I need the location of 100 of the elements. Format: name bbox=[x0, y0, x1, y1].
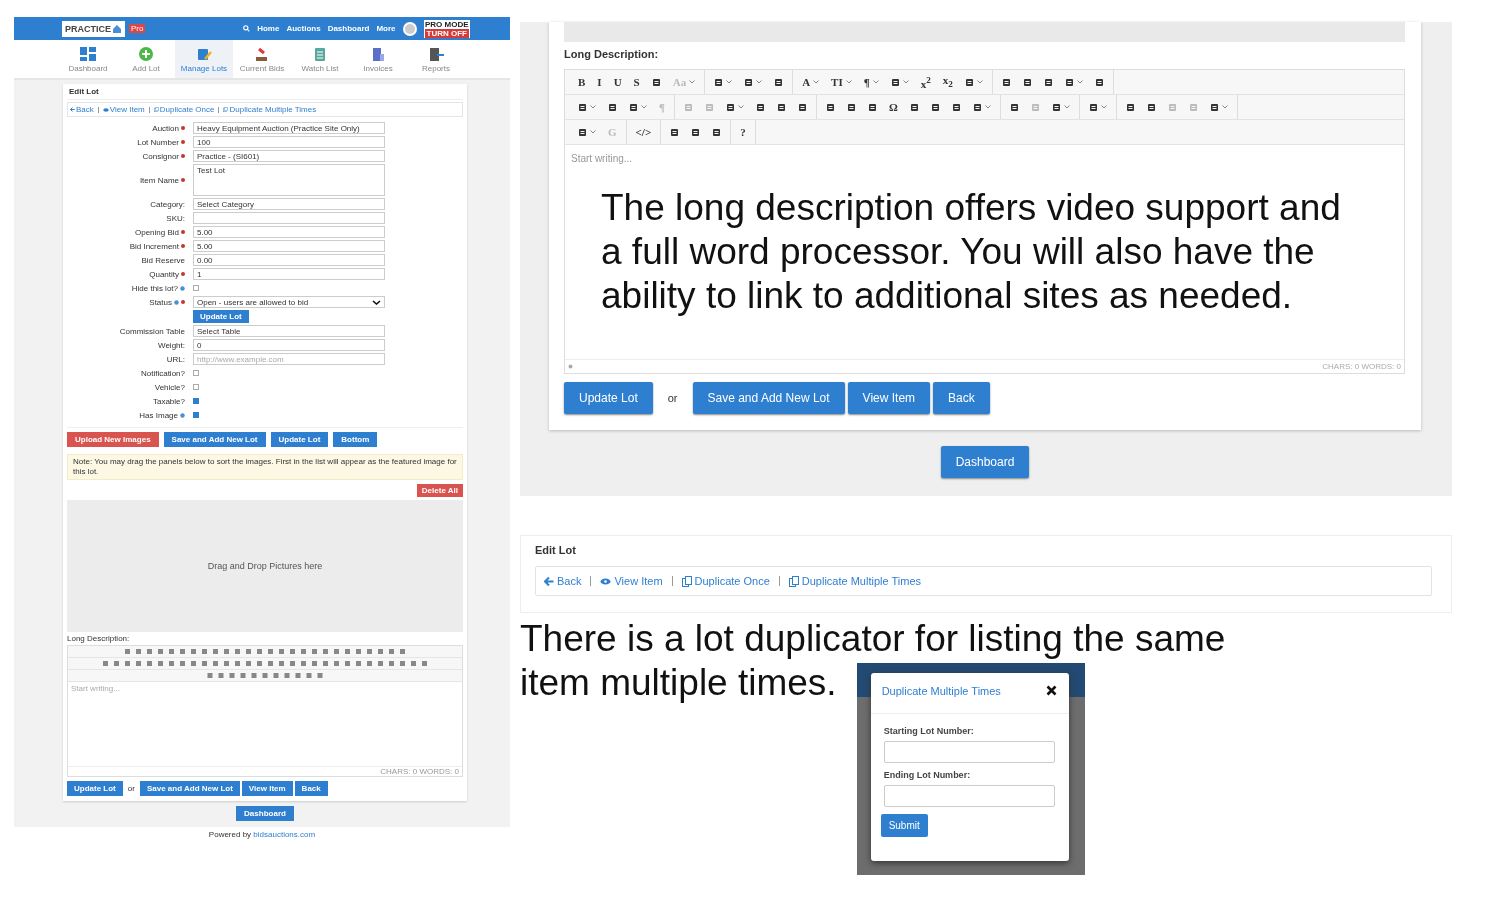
tool-icon bbox=[1001, 77, 1011, 87]
form-button[interactable]: Save and Add New Lot bbox=[139, 781, 240, 796]
toolbar-button[interactable]: S bbox=[627, 76, 646, 88]
pro-mode-toggle[interactable]: PRO MODE TURN OFF bbox=[423, 19, 470, 38]
text-area[interactable]: Test Lot bbox=[193, 164, 385, 196]
toolbar-button[interactable]: ? bbox=[734, 126, 752, 138]
tool-icon bbox=[683, 102, 693, 112]
close-icon[interactable] bbox=[1045, 685, 1057, 696]
select-field[interactable]: Select Category bbox=[193, 198, 385, 210]
modal-title: Duplicate Multiple Times bbox=[881, 685, 1001, 697]
field-label: Notification? bbox=[140, 368, 185, 378]
toolbar-item[interactable]: Reports bbox=[407, 40, 465, 78]
form-button[interactable]: Back bbox=[294, 781, 328, 796]
toolbar-button[interactable]: U bbox=[607, 76, 628, 88]
search-icon[interactable] bbox=[243, 25, 251, 32]
select-field[interactable]: Practice - (SI601) bbox=[193, 150, 385, 162]
form-button[interactable]: Update Lot bbox=[67, 781, 123, 796]
toolbar-item-icon bbox=[427, 45, 445, 62]
drop-zone[interactable]: Drag and Drop Pictures here bbox=[67, 500, 463, 632]
nav-link[interactable]: Home bbox=[257, 24, 280, 33]
or-text: or bbox=[126, 784, 136, 793]
edit-lot-link[interactable]: Duplicate Once bbox=[681, 575, 770, 587]
logo-text: PRACTICE bbox=[65, 23, 111, 34]
text-field[interactable]: 0 bbox=[193, 339, 385, 351]
tool-icon bbox=[712, 127, 722, 137]
eye-icon bbox=[600, 577, 612, 585]
tool-icon bbox=[629, 102, 638, 112]
tool-icon bbox=[1088, 102, 1098, 112]
text-field[interactable]: 0.00 bbox=[193, 254, 385, 266]
text-field[interactable] bbox=[193, 212, 385, 224]
text-field[interactable]: http://www.example.com bbox=[193, 353, 385, 365]
toolbar-item[interactable]: Invoices bbox=[349, 40, 407, 78]
pro-mode-label: PRO MODE bbox=[425, 19, 469, 29]
text-field[interactable] bbox=[883, 741, 1055, 763]
checkbox[interactable] bbox=[193, 384, 199, 390]
toolbar-item[interactable]: Watch List bbox=[291, 40, 349, 78]
text-field[interactable]: 5.00 bbox=[193, 240, 385, 252]
rich-text-editor[interactable]: Start writing... CHARS: 0 WORDS: 0 bbox=[67, 645, 463, 777]
tool-icon bbox=[1030, 102, 1040, 112]
action-button[interactable]: Bottom bbox=[333, 432, 378, 447]
toolbar-button[interactable]: Ω bbox=[882, 101, 904, 113]
text-field[interactable]: 1 bbox=[193, 268, 385, 280]
toolbar-item[interactable]: Current Bids bbox=[233, 40, 291, 78]
edit-lot-link[interactable]: Duplicate Multiple Times bbox=[223, 105, 317, 114]
toolbar-button[interactable]: I bbox=[591, 76, 608, 88]
turn-off-button[interactable]: TURN OFF bbox=[424, 28, 469, 38]
form-button[interactable]: Back bbox=[933, 382, 990, 414]
toolbar-button[interactable]: A bbox=[796, 76, 826, 88]
form-button[interactable]: Save and Add New Lot bbox=[692, 382, 845, 414]
rich-text-editor[interactable] bbox=[564, 69, 1405, 374]
delete-all-button[interactable]: Delete All bbox=[416, 484, 463, 497]
action-button[interactable]: Update Lot bbox=[270, 432, 329, 447]
toolbar-item[interactable]: Dashboard bbox=[59, 40, 117, 78]
edit-lot-link[interactable]: View Item bbox=[102, 105, 145, 114]
tool-icon bbox=[972, 102, 982, 112]
form-button[interactable]: View Item bbox=[847, 382, 931, 414]
toolbar-button[interactable]: B bbox=[572, 76, 592, 88]
toolbar-button[interactable]: x$_{2}$ bbox=[936, 74, 959, 90]
action-button[interactable]: Upload New Images bbox=[67, 432, 159, 447]
dashboard-button[interactable]: Dashboard bbox=[236, 806, 294, 821]
nav-link[interactable]: More bbox=[376, 24, 396, 33]
checkbox[interactable] bbox=[193, 370, 199, 376]
update-lot-button[interactable]: Update Lot bbox=[193, 310, 249, 323]
field-value: 1 bbox=[197, 269, 202, 279]
toolbar-item[interactable]: Add Lot bbox=[117, 40, 175, 78]
submit-button[interactable]: Submit bbox=[880, 814, 928, 837]
nav-link[interactable]: Dashboard bbox=[327, 24, 370, 33]
field-label: Item Name bbox=[139, 175, 179, 185]
text-field[interactable]: Heavy Equipment Auction (Practice Site Only) bbox=[193, 122, 385, 134]
dashboard-button[interactable]: Dashboard bbox=[940, 446, 1030, 478]
text-field[interactable]: 100 bbox=[193, 136, 385, 148]
text-field[interactable]: 5.00 bbox=[193, 226, 385, 238]
edit-lot-link[interactable]: Back bbox=[70, 105, 94, 114]
edit-lot-link[interactable]: Back bbox=[544, 575, 582, 587]
or-text: or bbox=[666, 392, 679, 404]
tool-icon bbox=[951, 102, 961, 112]
checkbox[interactable] bbox=[193, 398, 199, 404]
nav-link[interactable]: Auctions bbox=[286, 24, 321, 33]
toolbar-button[interactable]: </> bbox=[629, 126, 658, 138]
edit-lot-link[interactable]: View Item bbox=[600, 575, 663, 587]
toolbar-button[interactable]: TI bbox=[825, 76, 858, 88]
tool-icon bbox=[1043, 77, 1053, 87]
checkbox[interactable] bbox=[193, 412, 199, 418]
edit-lot-link[interactable]: Duplicate Multiple Times bbox=[788, 575, 921, 587]
avatar[interactable] bbox=[402, 21, 417, 36]
field-label: Bid Increment bbox=[129, 241, 179, 251]
field-label: Hide this lot? bbox=[131, 283, 178, 293]
tool-icon bbox=[930, 102, 940, 112]
toolbar-item[interactable]: Manage Lots bbox=[175, 40, 233, 78]
toolbar-button[interactable]: x$^{2}$ bbox=[914, 74, 937, 90]
edit-lot-link[interactable]: Duplicate Once bbox=[153, 105, 215, 114]
status-select[interactable]: Open - users are allowed to bid bbox=[193, 296, 385, 308]
select-field[interactable]: Select Table bbox=[193, 325, 385, 337]
checkbox[interactable] bbox=[193, 285, 199, 291]
action-button[interactable]: Save and Add New Lot bbox=[163, 432, 266, 447]
form-button[interactable]: Update Lot bbox=[564, 382, 653, 414]
text-field[interactable] bbox=[883, 785, 1055, 807]
form-button[interactable]: View Item bbox=[241, 781, 293, 796]
footer-link[interactable]: bidsauctions.com bbox=[253, 830, 316, 839]
toolbar-button[interactable]: ¶ bbox=[857, 76, 885, 88]
